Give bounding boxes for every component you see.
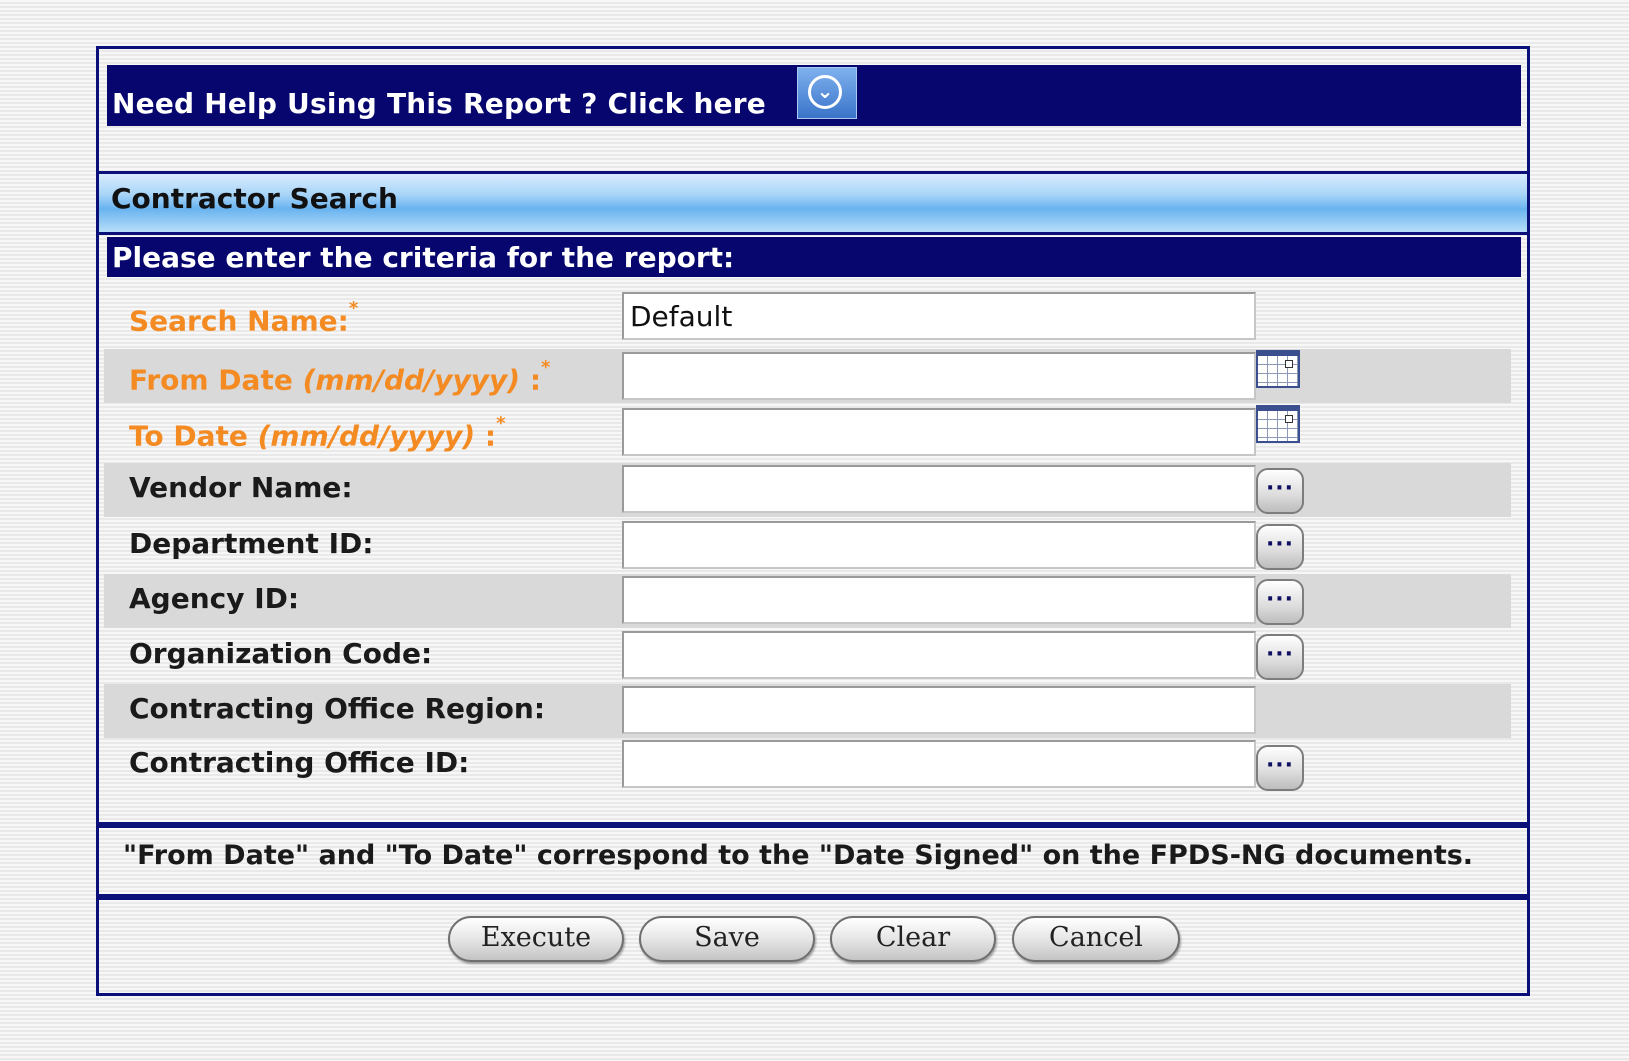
row-vendor-name: Vendor Name: ···: [104, 463, 1511, 517]
row-agency-id: Agency ID: ···: [104, 574, 1511, 628]
help-bar[interactable]: Need Help Using This Report ? Click here…: [107, 65, 1521, 126]
row-contracting-office-id: Contracting Office ID: ···: [104, 738, 1511, 792]
row-to-date: To Date (mm/dd/yyyy) :*: [104, 405, 1511, 461]
to-date-label: To Date (mm/dd/yyyy) :*: [129, 413, 506, 453]
department-id-input[interactable]: [622, 521, 1256, 569]
date-note: "From Date" and "To Date" correspond to …: [123, 840, 1474, 871]
row-from-date: From Date (mm/dd/yyyy) :*: [104, 349, 1511, 403]
note-panel: "From Date" and "To Date" correspond to …: [96, 825, 1530, 897]
button-panel: Execute Save Clear Cancel: [96, 897, 1530, 996]
criteria-panel: Please enter the criteria for the report…: [96, 232, 1530, 825]
calendar-icon[interactable]: [1256, 405, 1300, 443]
from-date-input[interactable]: [622, 352, 1256, 400]
contracting-office-id-input[interactable]: [622, 740, 1256, 788]
department-id-label: Department ID:: [129, 527, 374, 560]
calendar-icon[interactable]: [1256, 350, 1300, 388]
save-button[interactable]: Save: [639, 916, 815, 962]
row-organization-code: Organization Code: ···: [104, 629, 1511, 683]
contracting-office-region-input[interactable]: [622, 686, 1256, 734]
row-department-id: Department ID: ···: [104, 519, 1511, 573]
organization-code-label: Organization Code:: [129, 637, 433, 670]
search-name-input[interactable]: [622, 292, 1256, 340]
help-panel: Need Help Using This Report ? Click here…: [96, 46, 1530, 174]
vendor-name-label: Vendor Name:: [129, 471, 353, 504]
search-name-label: Search Name:*: [129, 298, 359, 338]
expand-down-icon[interactable]: ⌄: [797, 67, 857, 119]
agency-id-label: Agency ID:: [129, 582, 300, 615]
to-date-input[interactable]: [622, 408, 1256, 456]
department-lookup-button[interactable]: ···: [1256, 524, 1304, 570]
vendor-lookup-button[interactable]: ···: [1256, 468, 1304, 514]
criteria-header-text: Please enter the criteria for the report…: [112, 241, 735, 274]
organization-code-input[interactable]: [622, 631, 1256, 679]
row-search-name: Search Name:*: [104, 290, 1511, 346]
organization-lookup-button[interactable]: ···: [1256, 634, 1304, 680]
agency-lookup-button[interactable]: ···: [1256, 579, 1304, 625]
help-link[interactable]: Need Help Using This Report ? Click here: [112, 87, 766, 120]
section-title: Contractor Search: [111, 182, 398, 215]
agency-id-input[interactable]: [622, 576, 1256, 624]
contracting-office-id-label: Contracting Office ID:: [129, 746, 470, 779]
from-date-label: From Date (mm/dd/yyyy) :*: [129, 357, 551, 397]
cancel-button[interactable]: Cancel: [1012, 916, 1180, 962]
clear-button[interactable]: Clear: [830, 916, 996, 962]
vendor-name-input[interactable]: [622, 465, 1256, 513]
contracting-office-lookup-button[interactable]: ···: [1256, 745, 1304, 791]
criteria-header: Please enter the criteria for the report…: [107, 237, 1521, 277]
contracting-office-region-label: Contracting Office Region:: [129, 692, 546, 725]
section-header: Contractor Search: [96, 174, 1530, 232]
execute-button[interactable]: Execute: [448, 916, 624, 962]
row-contracting-office-region: Contracting Office Region:: [104, 684, 1511, 738]
